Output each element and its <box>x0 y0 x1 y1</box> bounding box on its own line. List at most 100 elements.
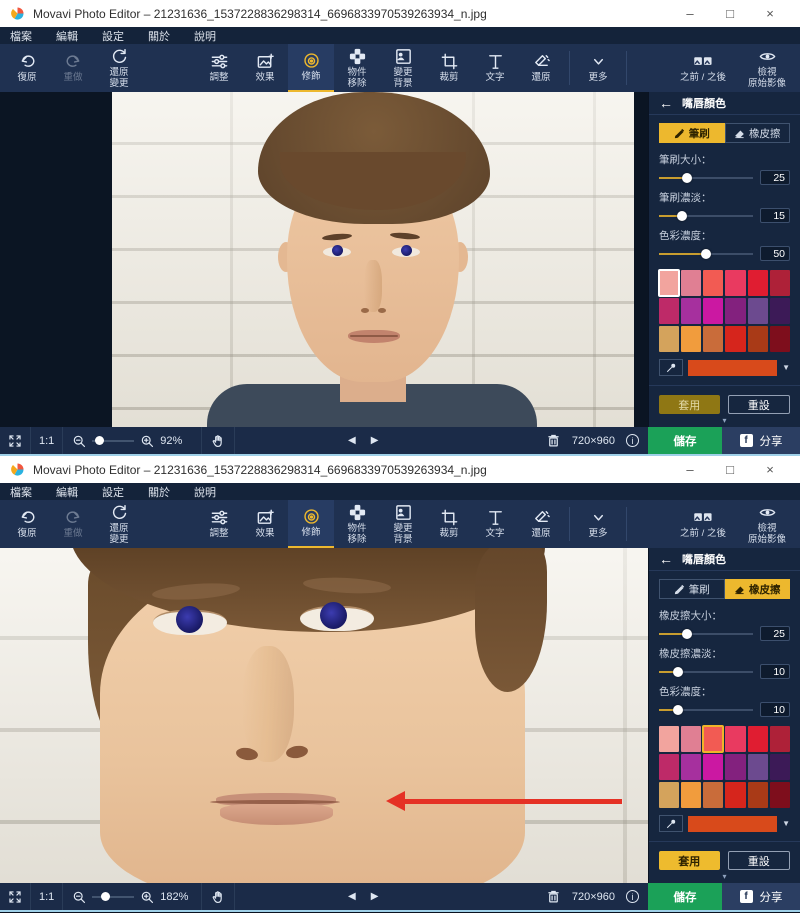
apply-button[interactable]: 套用 <box>659 851 720 870</box>
slider-size-track[interactable] <box>659 628 753 640</box>
retouch-button[interactable]: 修飾 <box>288 500 334 548</box>
more-button[interactable]: 更多 <box>575 500 621 548</box>
close-button[interactable]: × <box>750 456 790 483</box>
minimize-button[interactable]: – <box>670 456 710 483</box>
previous-image-button[interactable]: ◀ <box>348 891 356 902</box>
slider-handle[interactable] <box>682 628 693 639</box>
redo-button[interactable]: 重做 <box>50 44 96 92</box>
menu-about[interactable]: 關於 <box>148 484 170 500</box>
color-swatch[interactable] <box>725 270 746 296</box>
tab-eraser[interactable]: 橡皮擦 <box>724 579 790 599</box>
restore-button[interactable]: 還原 <box>518 44 564 92</box>
color-swatch[interactable] <box>725 726 746 752</box>
hand-tool-button[interactable] <box>201 883 236 910</box>
info-icon[interactable]: i <box>626 434 639 447</box>
photo-canvas[interactable] <box>0 92 648 427</box>
photo-canvas[interactable] <box>0 548 648 883</box>
share-button[interactable]: f 分享 <box>722 427 800 454</box>
redo-button[interactable]: 重做 <box>50 500 96 548</box>
view-original-button[interactable]: 檢視 原始影像 <box>738 500 796 548</box>
menu-edit[interactable]: 編輯 <box>56 28 78 44</box>
text-button[interactable]: 文字 <box>472 44 518 92</box>
color-swatch[interactable] <box>703 270 724 296</box>
color-swatch[interactable] <box>747 270 768 296</box>
next-image-button[interactable]: ▶ <box>371 891 379 902</box>
menu-file[interactable]: 檔案 <box>10 484 32 500</box>
eyedropper-button[interactable] <box>659 359 683 376</box>
menu-about[interactable]: 關於 <box>148 28 170 44</box>
adjust-button[interactable]: 調整 <box>196 44 242 92</box>
color-swatch[interactable] <box>681 326 702 352</box>
zoom-in-icon[interactable] <box>140 890 154 904</box>
color-swatch[interactable] <box>769 298 790 324</box>
info-icon[interactable]: i <box>626 890 639 903</box>
color-swatch[interactable] <box>769 782 790 808</box>
zoom-slider[interactable] <box>92 891 135 902</box>
change-background-button[interactable]: 變更 背景 <box>380 44 426 92</box>
color-swatch[interactable] <box>702 725 725 753</box>
color-swatch[interactable] <box>725 754 746 780</box>
tab-brush[interactable]: 筆刷 <box>659 123 725 143</box>
color-swatch[interactable] <box>725 782 746 808</box>
zoom-out-icon[interactable] <box>72 434 86 448</box>
color-swatch[interactable] <box>659 298 680 324</box>
color-swatch[interactable] <box>769 754 790 780</box>
minimize-button[interactable]: – <box>670 0 710 27</box>
effects-button[interactable]: 效果 <box>242 500 288 548</box>
text-button[interactable]: 文字 <box>472 500 518 548</box>
panel-scroll-down-icon[interactable]: ▾ <box>722 416 726 425</box>
zoom-slider[interactable] <box>92 435 135 446</box>
back-arrow-icon[interactable]: ← <box>659 95 673 111</box>
fit-to-screen-button[interactable] <box>0 427 31 454</box>
color-swatch[interactable] <box>769 326 790 352</box>
menu-settings[interactable]: 設定 <box>102 28 124 44</box>
crop-button[interactable]: 裁剪 <box>426 500 472 548</box>
zoom-slider-handle[interactable] <box>101 891 111 901</box>
hand-tool-button[interactable] <box>201 427 236 454</box>
color-swatch[interactable] <box>659 326 680 352</box>
slider-size-track[interactable] <box>659 172 753 184</box>
color-dropdown-arrow-icon[interactable]: ▼ <box>782 363 790 372</box>
object-removal-button[interactable]: 物件 移除 <box>334 44 380 92</box>
adjust-button[interactable]: 調整 <box>196 500 242 548</box>
zoom-out-icon[interactable] <box>72 890 86 904</box>
actual-size-button[interactable]: 1:1 <box>31 427 64 454</box>
color-swatch[interactable] <box>747 782 768 808</box>
color-swatch[interactable] <box>769 726 790 752</box>
slider-intensity-track[interactable] <box>659 704 753 716</box>
restore-button[interactable]: 還原 <box>518 500 564 548</box>
before-after-button[interactable]: 之前 / 之後 <box>668 500 738 548</box>
share-button[interactable]: f 分享 <box>722 883 800 910</box>
slider-handle[interactable] <box>676 210 687 221</box>
color-swatch[interactable] <box>703 326 724 352</box>
close-button[interactable]: × <box>750 0 790 27</box>
undo-button[interactable]: 復原 <box>4 500 50 548</box>
color-swatch[interactable] <box>725 298 746 324</box>
maximize-button[interactable]: □ <box>710 0 750 27</box>
color-swatch[interactable] <box>747 326 768 352</box>
change-background-button[interactable]: 變更 背景 <box>380 500 426 548</box>
color-swatch[interactable] <box>681 754 702 780</box>
effects-button[interactable]: 效果 <box>242 44 288 92</box>
color-swatch[interactable] <box>659 782 680 808</box>
color-swatch[interactable] <box>769 270 790 296</box>
reset-button[interactable]: 重設 <box>727 395 790 414</box>
view-original-button[interactable]: 檢視 原始影像 <box>738 44 796 92</box>
color-swatch[interactable] <box>681 298 702 324</box>
color-dropdown-arrow-icon[interactable]: ▼ <box>782 819 790 828</box>
menu-file[interactable]: 檔案 <box>10 28 32 44</box>
previous-image-button[interactable]: ◀ <box>348 435 356 446</box>
back-arrow-icon[interactable]: ← <box>659 551 673 567</box>
color-swatch[interactable] <box>747 298 768 324</box>
before-after-button[interactable]: 之前 / 之後 <box>668 44 738 92</box>
current-color-bar[interactable] <box>688 359 778 376</box>
menu-settings[interactable]: 設定 <box>102 484 124 500</box>
color-swatch[interactable] <box>681 270 702 296</box>
color-swatch[interactable] <box>703 754 724 780</box>
object-removal-button[interactable]: 物件 移除 <box>334 500 380 548</box>
fit-to-screen-button[interactable] <box>0 883 31 910</box>
color-swatch[interactable] <box>657 269 681 297</box>
color-swatch[interactable] <box>703 298 724 324</box>
revert-changes-button[interactable]: 還原 變更 <box>96 44 142 92</box>
slider-handle[interactable] <box>672 666 683 677</box>
